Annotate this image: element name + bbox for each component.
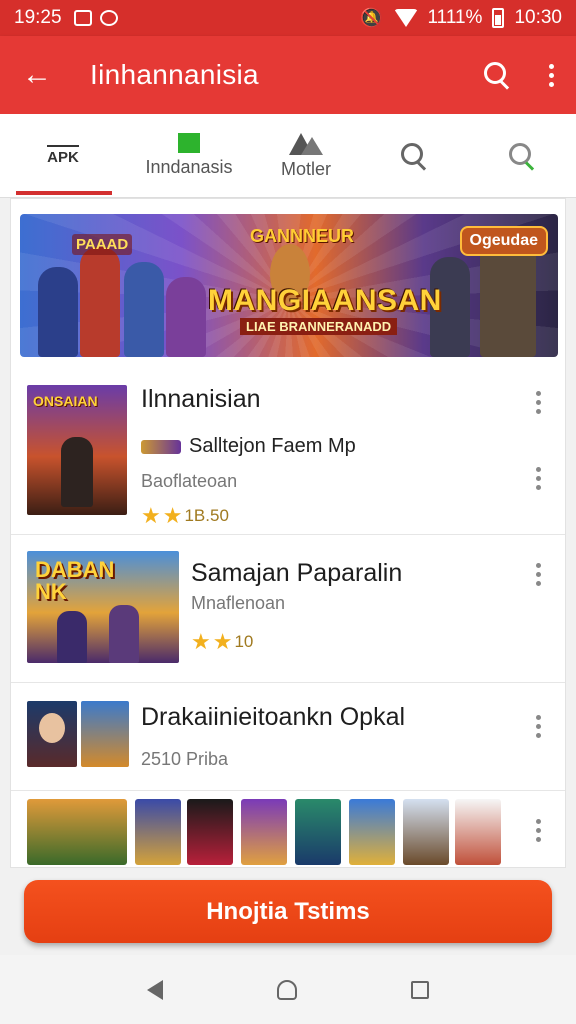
status-bar: 19:25 🔕 1111% 10:30 (0, 0, 576, 36)
item-more-icon[interactable] (535, 819, 541, 842)
search-icon[interactable] (484, 62, 510, 88)
game-thumbnail (295, 799, 341, 865)
tab-bar: APK Inndanasis Motler (0, 114, 576, 198)
status-right: 🔕 1111% 10:30 (360, 6, 562, 30)
app-thumbnail (81, 701, 129, 767)
nav-recents-icon[interactable] (411, 980, 429, 999)
item-rating: ★ ★ 10 (191, 629, 253, 655)
thumbnail-logo: ONSAIAN (33, 393, 98, 409)
game-thumbnail (241, 799, 287, 865)
list-item[interactable] (11, 791, 565, 867)
thumbnail-character (39, 713, 65, 743)
tab-apk[interactable]: APK (0, 114, 126, 197)
apk-icon: APK (47, 145, 79, 166)
developer-logo (141, 439, 181, 454)
thumbnail-logo: DABAN NK (35, 557, 115, 604)
app-thumbnail: DABAN NK (27, 551, 179, 663)
search-icon (401, 142, 427, 169)
banner-top-logo: GANNNEUR (250, 226, 355, 246)
list-item[interactable]: ONSAIAN Ilnnanisian Salltejon Faem Mp Ba… (11, 369, 565, 535)
star-icon: ★ (141, 503, 161, 528)
mute-icon: 🔕 (359, 8, 384, 29)
battery-icon (492, 8, 505, 28)
status-time: 19:25 (14, 7, 62, 28)
banner-character (124, 262, 164, 357)
banner-badge: Ogeudae (459, 226, 548, 256)
banner-character (80, 247, 120, 357)
item-more-icon[interactable] (535, 715, 541, 738)
item-title: Ilnnanisian (141, 385, 261, 413)
banner-subtitle: LIAE BRANNERANADD (240, 318, 398, 335)
tab-label: Motler (280, 159, 331, 179)
game-thumbnail (135, 799, 181, 865)
item-more-icon[interactable] (535, 563, 541, 586)
tab-search-green[interactable] (468, 114, 576, 197)
search-green-icon (509, 142, 535, 169)
tab-inndanasis[interactable]: Inndanasis (126, 114, 252, 197)
banner-character (38, 267, 78, 357)
game-thumbnail (187, 799, 233, 865)
item-category: Baoflateoan (141, 471, 238, 491)
rating-value: 1B.50 (184, 506, 229, 525)
item-category: Mnaflenoan (191, 593, 286, 613)
banner-character (166, 277, 206, 357)
thumbnail-character (61, 437, 93, 507)
item-subtitle: Salltejon Faem Mp (141, 435, 356, 458)
nav-home-icon[interactable] (277, 979, 297, 1000)
list-item[interactable]: DABAN NK Samajan Paparalin Mnaflenoan ★ ★… (11, 535, 565, 683)
star-icon: ★ (191, 629, 211, 654)
thumbnail-character (109, 605, 139, 663)
game-thumbnail (455, 799, 501, 865)
content-list: PAAAD GANNNEUR MANGIAANSAN LIAE BRANNERA… (10, 198, 566, 868)
item-title: Drakaiinieitoankn Opkal (141, 703, 406, 731)
overflow-menu-icon[interactable] (548, 63, 554, 87)
status-clock: 10:30 (514, 7, 562, 28)
green-square-icon (178, 133, 200, 153)
system-nav-bar (0, 955, 576, 1024)
app-thumbnail: ONSAIAN (27, 385, 127, 515)
photo-icon (73, 10, 92, 26)
app-bar: ← Iinhannanisia (0, 36, 576, 114)
featured-banner[interactable]: PAAAD GANNNEUR MANGIAANSAN LIAE BRANNERA… (20, 214, 558, 357)
list-item[interactable]: Drakaiinieitoankn Opkal 2510 Priba (11, 683, 565, 791)
game-thumbnail (349, 799, 395, 865)
back-arrow-icon[interactable]: ← (22, 58, 62, 92)
tab-search[interactable] (360, 114, 468, 197)
battery-percent: 1111% (427, 7, 483, 28)
game-thumbnail (403, 799, 449, 865)
app-thumbnail (27, 701, 77, 767)
star-icon: ★ (162, 503, 183, 528)
item-title: Samajan Paparalin (191, 559, 403, 587)
item-rating: ★ ★ 1B.50 (141, 503, 229, 529)
notification-icon (99, 10, 118, 26)
mountain-icon (289, 131, 323, 155)
tab-motler[interactable]: Motler (252, 114, 360, 197)
banner-left-logo: PAAAD (72, 234, 133, 255)
item-more-icon[interactable] (535, 467, 541, 490)
nav-back-icon[interactable] (147, 979, 163, 1000)
item-meta: 2510 Priba (141, 749, 229, 769)
primary-action-button[interactable]: Hnojtia Tstims (24, 880, 552, 943)
banner-title: MANGIAANSAN (208, 284, 442, 317)
tab-label: Inndanasis (145, 157, 233, 177)
star-icon: ★ (212, 629, 233, 654)
thumbnail-character (57, 611, 87, 663)
rating-value: 10 (234, 632, 254, 651)
app-title: Iinhannanisia (90, 59, 259, 90)
wifi-icon (393, 9, 418, 27)
item-more-icon[interactable] (535, 391, 541, 414)
game-thumbnail (27, 799, 127, 865)
